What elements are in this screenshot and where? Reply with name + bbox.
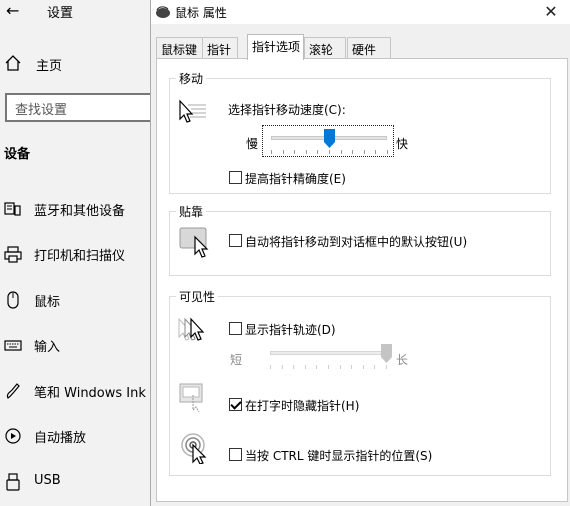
slider-tick	[305, 150, 307, 154]
pointer-speed-icon	[179, 99, 206, 123]
slider-tick	[282, 150, 284, 154]
home-nav-item[interactable]: 主页	[0, 54, 150, 74]
slider-tick	[271, 150, 272, 154]
slider-tick	[281, 365, 283, 369]
trails-checkbox[interactable]	[229, 322, 242, 335]
mouse-icon	[7, 291, 19, 309]
nav-item-label: 鼠标	[34, 295, 61, 310]
mouse-properties-dialog: 鼠标 属性 ✕ 鼠标键 指针 指针选项 滚轮 硬件 移动 选择指针移动速度(C)…	[150, 0, 570, 506]
trails-slider[interactable]	[262, 341, 394, 373]
pen-icon	[6, 383, 20, 399]
speed-slider-thumb[interactable]	[323, 129, 335, 148]
nav-item-typing[interactable]: 输入	[0, 334, 150, 356]
search-placeholder: 查找设置	[15, 103, 68, 118]
autoplay-icon	[5, 428, 21, 444]
nav-item-label: 打印机和扫描仪	[34, 249, 126, 264]
hide-pointer-icon	[179, 383, 203, 413]
usb-icon	[6, 473, 20, 491]
tab-hardware[interactable]: 硬件	[347, 37, 391, 58]
slider-tick	[363, 150, 365, 154]
trails-slider-track	[270, 351, 386, 355]
section-heading: 设备	[4, 147, 31, 162]
precision-checkbox[interactable]	[229, 171, 242, 184]
nav-item-label: USB	[34, 473, 61, 488]
nav-item-printers[interactable]: 打印机和扫描仪	[0, 243, 150, 265]
precision-label[interactable]: 提高指针精确度(E)	[245, 170, 346, 187]
slider-tick	[386, 365, 387, 369]
back-arrow-icon[interactable]: ←	[6, 1, 19, 20]
slider-tick	[316, 365, 318, 369]
speed-slider[interactable]	[262, 125, 394, 157]
ctrl-locate-icon	[181, 433, 207, 464]
bluetooth-devices-icon	[4, 202, 21, 216]
nav-item-bluetooth[interactable]: 蓝牙和其他设备	[0, 198, 150, 220]
pointer-trails-icon	[178, 317, 205, 341]
slider-tick	[351, 365, 353, 369]
speed-fast-label: 快	[396, 137, 409, 151]
settings-window: ← 设置 主页 查找设置 设备 蓝牙和其他设备 打印机和扫描仪 鼠标 输入 笔和…	[0, 0, 153, 506]
search-input[interactable]: 查找设置	[5, 93, 153, 122]
tab-pointer-options[interactable]: 指针选项	[247, 34, 304, 60]
slider-tick	[294, 150, 296, 154]
tab-pointers[interactable]: 指针	[202, 37, 238, 58]
pointer-options-panel: 移动 选择指针移动速度(C): 慢 快 提高指针精确度(E) 贴靠 自动将指针移…	[156, 58, 568, 502]
snap-label[interactable]: 自动将指针移动到对话框中的默认按钮(U)	[245, 233, 467, 250]
slider-tick	[270, 365, 271, 369]
trails-short-label: 短	[230, 353, 243, 367]
ctrl-locate-checkbox[interactable]	[229, 448, 242, 461]
slider-tick	[340, 150, 342, 154]
nav-item-label: 蓝牙和其他设备	[34, 204, 126, 219]
snap-checkbox[interactable]	[229, 234, 242, 247]
tab-buttons[interactable]: 鼠标键	[156, 37, 203, 58]
slider-tick	[339, 365, 341, 369]
nav-item-label: 笔和 Windows Ink	[34, 386, 146, 401]
dialog-titlebar[interactable]: 鼠标 属性 ✕	[151, 0, 570, 24]
slider-tick	[387, 150, 388, 154]
slider-tick	[304, 365, 306, 369]
speed-label: 选择指针移动速度(C):	[228, 103, 346, 117]
snap-to-icon	[179, 227, 209, 258]
ctrl-locate-label[interactable]: 当按 CTRL 键时显示指针的位置(S)	[245, 447, 432, 464]
nav-item-label: 输入	[34, 340, 61, 355]
slider-tick	[317, 150, 319, 154]
snap-group: 贴靠 自动将指针移动到对话框中的默认按钮(U)	[169, 203, 551, 276]
slider-tick	[293, 365, 295, 369]
trails-long-label: 长	[396, 353, 409, 367]
close-button[interactable]: ✕	[531, 0, 570, 24]
nav-item-pen[interactable]: 笔和 Windows Ink	[0, 380, 150, 402]
nav-item-autoplay[interactable]: 自动播放	[0, 425, 150, 447]
speed-slow-label: 慢	[246, 137, 259, 151]
nav-item-usb[interactable]: USB	[0, 471, 150, 493]
visibility-group: 可见性 显示指针轨迹(D) 短 长 在打字时隐藏指针(H) 当按 CTRL 键时…	[169, 288, 551, 476]
printer-icon	[4, 246, 22, 263]
trails-slider-thumb[interactable]	[380, 344, 392, 363]
trails-label[interactable]: 显示指针轨迹(D)	[245, 321, 336, 338]
slider-tick	[352, 150, 354, 154]
hide-while-typing-checkbox[interactable]	[229, 398, 242, 411]
motion-group: 移动 选择指针移动速度(C): 慢 快 提高指针精确度(E)	[169, 70, 551, 194]
slider-tick	[328, 365, 329, 369]
snap-legend: 贴靠	[176, 203, 207, 220]
slider-tick	[374, 365, 376, 369]
slider-tick	[375, 150, 377, 154]
motion-legend: 移动	[176, 70, 207, 87]
keyboard-icon	[4, 340, 22, 351]
hide-while-typing-label[interactable]: 在打字时隐藏指针(H)	[245, 397, 359, 414]
nav-item-label: 自动播放	[34, 431, 87, 446]
settings-title: 设置	[47, 6, 74, 21]
dialog-title: 鼠标 属性	[175, 6, 227, 20]
home-icon	[5, 55, 21, 71]
visibility-legend: 可见性	[176, 288, 219, 305]
mouse-icon	[156, 6, 170, 18]
nav-item-mouse[interactable]: 鼠标	[0, 289, 150, 311]
slider-tick	[362, 365, 364, 369]
home-label: 主页	[36, 59, 63, 74]
slider-tick	[329, 150, 330, 154]
tab-wheel[interactable]: 滚轮	[304, 37, 346, 58]
